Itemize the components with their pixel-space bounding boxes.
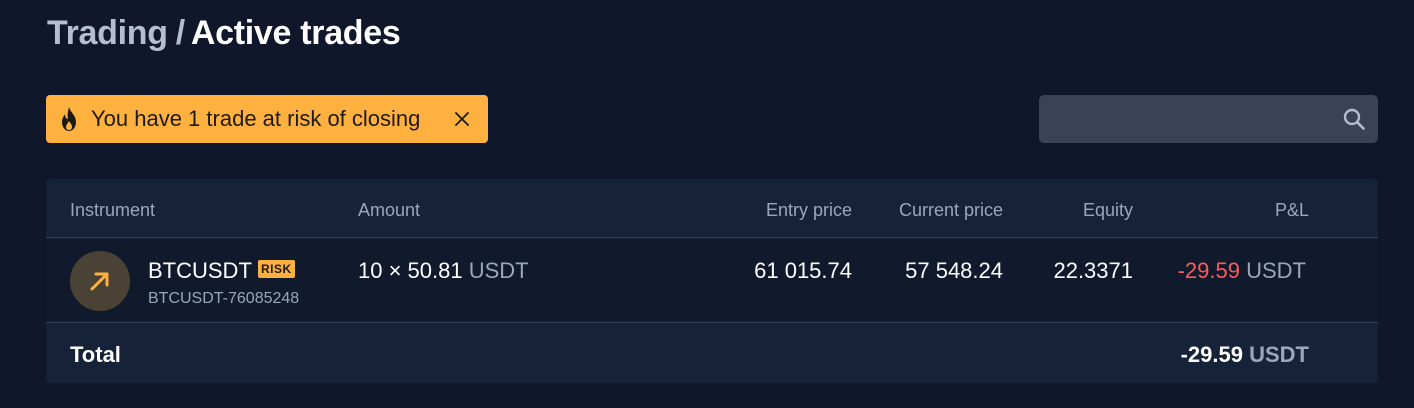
pnl-unit: USDT — [1246, 258, 1306, 283]
header-current-price[interactable]: Current price — [899, 200, 1003, 221]
active-trades-table: Instrument Amount Entry price Current pr… — [46, 179, 1378, 383]
arrow-up-right-icon — [70, 251, 130, 311]
page-title: Trading / Active trades — [47, 14, 401, 53]
search-box — [1039, 95, 1378, 143]
amount-value: 10 × 50.81 — [358, 258, 463, 283]
risk-alert-banner: You have 1 trade at risk of closing — [46, 95, 488, 143]
close-icon[interactable] — [450, 107, 474, 131]
flame-icon — [59, 106, 81, 132]
alert-text: You have 1 trade at risk of closing — [91, 106, 421, 131]
header-equity[interactable]: Equity — [1083, 200, 1133, 221]
total-amount: -29.59 — [1180, 342, 1243, 367]
current-price-cell: 57 548.24 — [905, 258, 1003, 283]
total-unit: USDT — [1249, 342, 1309, 367]
table-header: Instrument Amount Entry price Current pr… — [46, 179, 1378, 238]
total-value: -29.59 USDT — [1181, 342, 1309, 368]
breadcrumb-separator: / — [175, 14, 185, 52]
breadcrumb-trading[interactable]: Trading — [47, 14, 168, 52]
breadcrumb-current: Active trades — [190, 14, 401, 52]
search-icon[interactable] — [1342, 107, 1366, 131]
header-entry-price[interactable]: Entry price — [766, 200, 852, 221]
pnl-value: -29.59 — [1177, 258, 1240, 283]
header-instrument[interactable]: Instrument — [70, 200, 155, 221]
search-input[interactable] — [1039, 95, 1329, 143]
table-row[interactable]: BTCUSDT RISK BTCUSDT-76085248 10 × 50.81… — [46, 239, 1378, 323]
total-row: Total -29.59 USDT — [46, 324, 1378, 383]
header-pnl[interactable]: P&L — [1275, 200, 1309, 221]
header-amount[interactable]: Amount — [358, 200, 420, 221]
total-label: Total — [70, 342, 121, 367]
amount-cell: 10 × 50.81 USDT — [358, 258, 529, 284]
entry-price-cell: 61 015.74 — [754, 258, 852, 283]
trade-id: BTCUSDT-76085248 — [148, 290, 300, 307]
amount-unit: USDT — [468, 258, 529, 283]
instrument-name: BTCUSDT — [148, 258, 252, 283]
pnl-cell: -29.59 USDT — [1178, 258, 1306, 284]
equity-cell: 22.3371 — [1053, 258, 1133, 283]
risk-badge: RISK — [258, 260, 295, 278]
